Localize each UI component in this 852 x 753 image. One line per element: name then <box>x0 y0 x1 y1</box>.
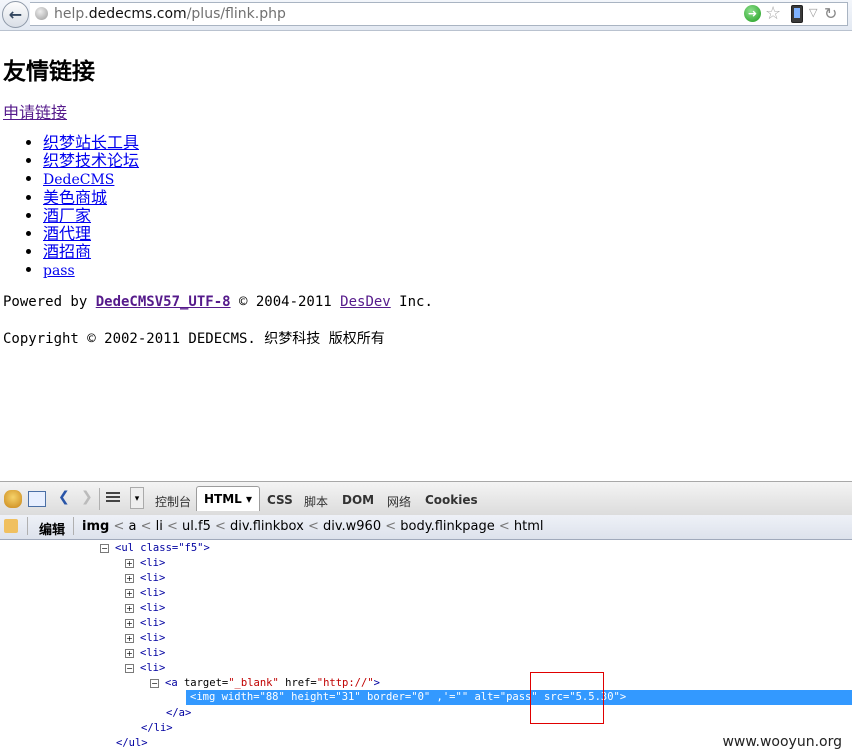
go-icon[interactable]: ➜ <box>744 5 761 22</box>
copyright: Copyright © 2002-2011 DEDECMS. 织梦科技 版权所有 <box>3 331 385 347</box>
list-item: 织梦技术论坛 <box>43 152 139 170</box>
menu-list-icon[interactable] <box>106 490 120 504</box>
tree-node-li[interactable]: + <li> <box>125 586 165 601</box>
page-title: 友情链接 <box>3 59 95 85</box>
collapse-icon[interactable]: − <box>100 544 109 553</box>
breadcrumb-item[interactable]: li <box>156 519 163 534</box>
breadcrumb-item[interactable]: img <box>82 519 109 534</box>
tab-net[interactable]: 网络 <box>387 493 411 510</box>
desdev-link[interactable]: DesDev <box>340 294 391 310</box>
breadcrumb-item[interactable]: div.w960 <box>323 519 381 534</box>
tab-script[interactable]: 脚本 <box>304 493 328 510</box>
expand-icon[interactable]: + <box>125 634 134 643</box>
breadcrumb-item[interactable]: a <box>128 519 136 534</box>
red-highlight-box <box>530 672 604 724</box>
collapse-icon[interactable]: − <box>125 664 134 673</box>
watermark: www.wooyun.org <box>722 734 842 750</box>
friend-link[interactable]: 酒代理 <box>43 224 91 243</box>
chevron-left-icon[interactable]: ❮ <box>58 489 70 505</box>
tab-console[interactable]: 控制台 <box>155 493 191 510</box>
list-item: pass <box>43 261 139 280</box>
firebug-bug-icon[interactable] <box>4 490 22 508</box>
breadcrumb-item[interactable]: ul.f5 <box>182 519 211 534</box>
list-item: 织梦站长工具 <box>43 134 139 152</box>
tab-dom[interactable]: DOM <box>342 493 374 507</box>
expand-icon[interactable]: + <box>125 559 134 568</box>
collapse-panel-icon[interactable] <box>4 519 18 533</box>
list-item: 酒代理 <box>43 225 139 243</box>
chevron-down-icon[interactable]: ▾ <box>130 487 144 509</box>
friend-link[interactable]: 织梦技术论坛 <box>43 151 139 170</box>
tree-node-img-selected[interactable]: <img width="88" height="31" border="0" ,… <box>186 690 852 705</box>
address-bar[interactable]: help.dedecms.com/plus/flink.php ➜ ☆ ▽ ↻ <box>30 2 848 26</box>
edit-button[interactable]: 编辑 <box>39 519 65 538</box>
tab-html[interactable]: HTML ▾ <box>196 486 261 511</box>
list-item: 美色商城 <box>43 189 139 207</box>
list-item: 酒招商 <box>43 243 139 261</box>
divider <box>27 517 28 535</box>
back-button[interactable]: ← <box>2 1 29 28</box>
tab-css[interactable]: CSS <box>267 493 293 507</box>
tree-node-li[interactable]: + <li> <box>125 616 165 631</box>
friend-link[interactable]: 美色商城 <box>43 188 107 207</box>
phone-icon[interactable] <box>791 5 803 23</box>
firebug-breadcrumb: 编辑 img < a < li < ul.f5 < div.flinkbox <… <box>0 515 852 540</box>
expand-icon[interactable]: + <box>125 604 134 613</box>
friend-link[interactable]: DedeCMS <box>43 172 114 188</box>
globe-icon <box>35 7 48 20</box>
bookmark-star-icon[interactable]: ☆ <box>765 3 781 24</box>
tree-node-li-close: </li> <box>141 722 173 734</box>
divider <box>73 517 74 535</box>
expand-icon[interactable]: + <box>125 589 134 598</box>
firebug-toolbar: ❮ ❯ ▾ 控制台 HTML ▾ CSS 脚本 DOM 网络 Cookies <box>0 481 852 516</box>
powered-link[interactable]: DedeCMSV57_UTF-8 <box>96 294 231 310</box>
tree-node-li[interactable]: + <li> <box>125 601 165 616</box>
tree-node-li-open[interactable]: − <li> <box>125 661 165 676</box>
tree-node-a[interactable]: − <a target="_blank" href="http://"> <box>150 676 380 691</box>
breadcrumb-item[interactable]: div.flinkbox <box>230 519 304 534</box>
tree-node-ul-close: </ul> <box>116 737 148 749</box>
friend-link[interactable]: pass <box>43 263 75 279</box>
divider <box>99 488 100 510</box>
chevron-down-icon[interactable]: ▽ <box>809 6 817 19</box>
tree-node-ul[interactable]: − <ul class="f5"> <box>100 541 210 556</box>
tree-node-li[interactable]: + <li> <box>125 571 165 586</box>
friend-link[interactable]: 织梦站长工具 <box>43 133 139 152</box>
reload-icon[interactable]: ↻ <box>824 4 837 23</box>
collapse-icon[interactable]: − <box>150 679 159 688</box>
tree-node-a-close: </a> <box>166 707 192 719</box>
browser-toolbar: ← help.dedecms.com/plus/flink.php ➜ ☆ ▽ … <box>0 0 852 31</box>
expand-icon[interactable]: + <box>125 649 134 658</box>
tab-cookies[interactable]: Cookies <box>425 493 478 507</box>
apply-link[interactable]: 申请链接 <box>3 99 67 123</box>
tree-node-li[interactable]: + <li> <box>125 556 165 571</box>
tree-node-li[interactable]: + <li> <box>125 646 165 661</box>
friend-links-list: 织梦站长工具 织梦技术论坛 DedeCMS 美色商城 酒厂家 酒代理 酒招商 p… <box>3 134 139 280</box>
breadcrumb-item[interactable]: html <box>514 519 544 534</box>
powered-by: Powered by DedeCMSV57_UTF-8 © 2004-2011 … <box>3 294 433 310</box>
breadcrumb: img < a < li < ul.f5 < div.flinkbox < di… <box>82 519 544 534</box>
expand-icon[interactable]: + <box>125 574 134 583</box>
expand-icon[interactable]: + <box>125 619 134 628</box>
back-arrow-icon: ← <box>8 5 23 24</box>
list-item: DedeCMS <box>43 170 139 189</box>
inspect-icon[interactable] <box>28 491 46 507</box>
breadcrumb-item[interactable]: body.flinkpage <box>400 519 494 534</box>
tree-node-li[interactable]: + <li> <box>125 631 165 646</box>
html-tree-panel: − <ul class="f5"> + <li> + <li> + <li> + <li>… <box>0 540 852 753</box>
chevron-right-icon[interactable]: ❯ <box>81 489 93 505</box>
url-text[interactable]: help.dedecms.com/plus/flink.php <box>54 6 286 22</box>
list-item: 酒厂家 <box>43 207 139 225</box>
friend-link[interactable]: 酒厂家 <box>43 206 91 225</box>
friend-link[interactable]: 酒招商 <box>43 242 91 261</box>
